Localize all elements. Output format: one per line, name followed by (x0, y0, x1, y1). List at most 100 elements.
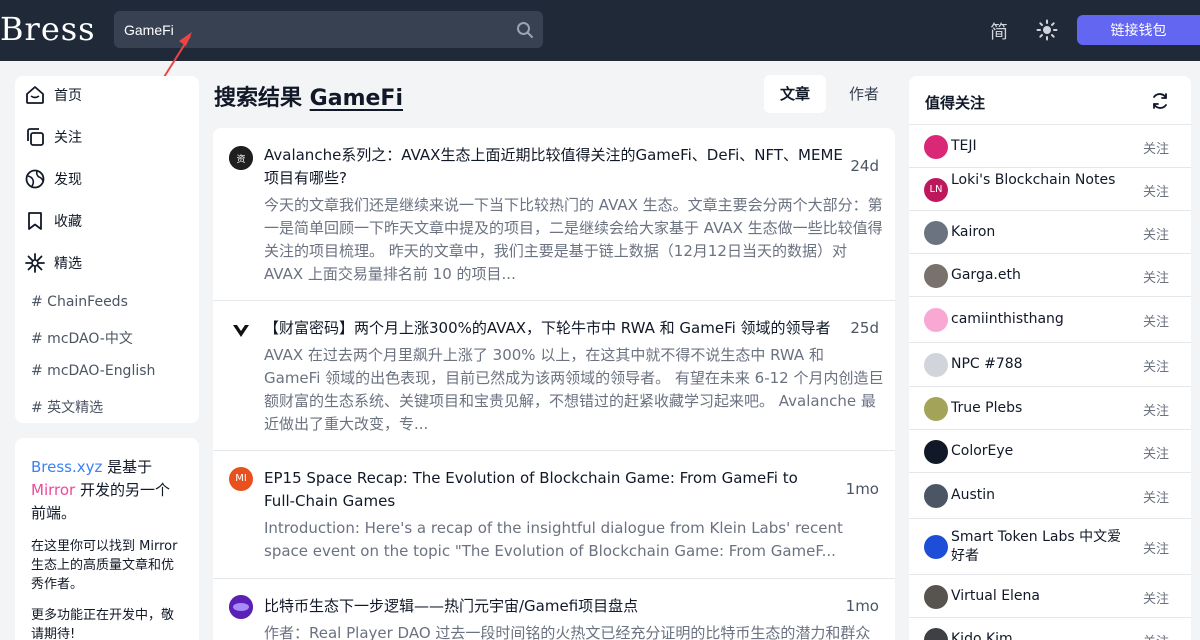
author-name[interactable]: ColorEye (951, 442, 1131, 461)
sidebar-item-label: 首页 (54, 88, 82, 104)
author-avatar (229, 319, 253, 343)
sidebar-item-label: 关注 (54, 130, 82, 146)
recommended-author-row[interactable]: camiinthisthang 关注 (909, 296, 1191, 342)
recommended-author-row[interactable]: Kairon 关注 (909, 210, 1191, 253)
result-item[interactable]: MI EP15 Space Recap: The Evolution of Bl… (213, 451, 895, 579)
result-item[interactable]: 【财富密码】两个月上涨300%的AVAX，下轮牛市中 RWA 和 GameFi … (213, 301, 895, 451)
bookmark-icon (28, 212, 42, 230)
site-logo[interactable]: Bress (0, 10, 96, 48)
author-avatar (924, 135, 948, 159)
search-input[interactable] (124, 11, 504, 48)
follow-button[interactable]: 关注 (1143, 443, 1169, 462)
home-icon (26, 86, 44, 104)
author-avatar (924, 308, 948, 332)
author-name[interactable]: NPC #788 (951, 355, 1131, 374)
about-intro: Bress.xyz 是基于 Mirror 开发的另一个前端。 (31, 458, 170, 522)
recommended-authors: 值得关注 TEJI 关注 LN Loki's Blockchain Notes 关注 Ka… (909, 76, 1191, 640)
result-excerpt: Introduction: Here's a recap of the insi… (264, 519, 843, 560)
recommended-author-row[interactable]: True Plebs 关注 (909, 386, 1191, 429)
recommended-author-row[interactable]: LN Loki's Blockchain Notes 关注 (909, 167, 1191, 210)
result-title[interactable]: 比特币生态下一步逻辑——热门元宇宙/Gamefi项目盘点 (264, 595, 854, 618)
follow-button[interactable]: 关注 (1143, 631, 1169, 640)
follow-button[interactable]: 关注 (1143, 224, 1169, 243)
result-time: 1mo (845, 480, 879, 498)
result-title[interactable]: EP15 Space Recap: The Evolution of Block… (264, 467, 824, 513)
refresh-icon[interactable] (1149, 90, 1171, 112)
author-name[interactable]: Kairon (951, 223, 1131, 242)
about-paragraph: 更多功能正在开发中，敬请期待! (31, 608, 175, 640)
recommended-author-row[interactable]: Kido Kim 关注 (909, 617, 1191, 640)
recommended-author-row[interactable]: Virtual Elena 关注 (909, 574, 1191, 617)
author-avatar (924, 440, 948, 464)
copy-icon (27, 128, 44, 146)
author-name[interactable]: Garga.eth (951, 266, 1131, 285)
sidebar-nav: 首页 关注 发现 收藏 精选 # ChainFeeds # mcDAO-中文 #… (15, 76, 199, 423)
result-item[interactable]: 比特币生态下一步逻辑——热门元宇宙/Gamefi项目盘点 1mo 作者：Real… (213, 579, 895, 640)
sidebar-item-label: 收藏 (54, 214, 82, 230)
follow-button[interactable]: 关注 (1143, 356, 1169, 375)
author-name[interactable]: Virtual Elena (951, 587, 1131, 606)
search-icon[interactable] (515, 20, 535, 40)
recommended-author-row[interactable]: TEJI 关注 (909, 124, 1191, 167)
result-time: 25d (850, 319, 879, 337)
follow-button[interactable]: 关注 (1143, 538, 1169, 557)
follow-button[interactable]: 关注 (1143, 267, 1169, 286)
recommended-author-row[interactable]: Smart Token Labs 中文爱好者 关注 (909, 518, 1191, 574)
mirror-link[interactable]: Mirror (31, 481, 75, 499)
about-card: Bress.xyz 是基于 Mirror 开发的另一个前端。 在这里你可以找到 … (15, 438, 199, 640)
page-title: 搜索结果 GameFi (214, 86, 403, 111)
result-title[interactable]: 【财富密码】两个月上涨300%的AVAX，下轮牛市中 RWA 和 GameFi … (264, 317, 854, 340)
recommended-author-row[interactable]: Garga.eth 关注 (909, 253, 1191, 296)
sidebar-item-following[interactable]: 关注 (24, 123, 82, 151)
author-name[interactable]: camiinthisthang (951, 310, 1131, 329)
connect-wallet-button[interactable]: 链接钱包 (1077, 15, 1200, 45)
sidebar-item-featured[interactable]: 精选 (24, 249, 82, 277)
author-avatar: LN (924, 178, 948, 202)
author-name[interactable]: Loki's Blockchain Notes (951, 171, 1131, 190)
sidebar-item-home[interactable]: 首页 (24, 81, 82, 109)
tag-chainfeeds[interactable]: # ChainFeeds (31, 294, 128, 310)
bress-link[interactable]: Bress.xyz (31, 458, 102, 476)
language-toggle[interactable]: 简 (990, 18, 1008, 44)
search-box[interactable] (114, 11, 543, 48)
sidebar-item-bookmarks[interactable]: 收藏 (24, 207, 82, 235)
tab-articles[interactable]: 文章 (764, 75, 826, 113)
follow-button[interactable]: 关注 (1143, 181, 1169, 200)
author-avatar: MI (229, 467, 253, 491)
result-item[interactable]: 资 Avalanche系列之：AVAX生态上面近期比较值得关注的GameFi、D… (213, 128, 895, 301)
author-avatar (924, 585, 948, 609)
author-name[interactable]: TEJI (951, 137, 1131, 156)
result-excerpt: AVAX 在过去两个月里飙升上涨了 300% 以上，在这其中就不得不说生态中 R… (264, 346, 884, 433)
tab-authors[interactable]: 作者 (836, 75, 892, 113)
author-avatar (924, 628, 948, 640)
recommended-author-row[interactable]: NPC #788 关注 (909, 342, 1191, 386)
sidebar-item-label: 发现 (54, 172, 82, 188)
result-time: 1mo (845, 597, 879, 615)
top-header: Bress 简 链接钱包 (0, 0, 1200, 61)
follow-button[interactable]: 关注 (1143, 588, 1169, 607)
result-excerpt: 作者：Real Player DAO 过去一段时间铭的火热文已经充分证明的比特币… (264, 624, 871, 640)
sidebar-item-discover[interactable]: 发现 (24, 165, 82, 193)
author-avatar (924, 264, 948, 288)
author-name[interactable]: True Plebs (951, 399, 1131, 418)
author-name[interactable]: Kido Kim (951, 630, 1131, 640)
follow-button[interactable]: 关注 (1143, 138, 1169, 157)
follow-button[interactable]: 关注 (1143, 400, 1169, 419)
tag-mcdao-en[interactable]: # mcDAO-English (31, 363, 155, 379)
recommended-author-row[interactable]: ColorEye 关注 (909, 429, 1191, 472)
result-title[interactable]: Avalanche系列之：AVAX生态上面近期比较值得关注的GameFi、DeF… (264, 144, 854, 190)
search-results: 资 Avalanche系列之：AVAX生态上面近期比较值得关注的GameFi、D… (213, 128, 895, 640)
author-name[interactable]: Smart Token Labs 中文爱好者 (951, 528, 1131, 566)
recommended-author-row[interactable]: Austin 关注 (909, 472, 1191, 518)
tag-english-featured[interactable]: # 英文精选 (31, 397, 103, 417)
sparkle-icon (25, 253, 45, 273)
tag-mcdao-zh[interactable]: # mcDAO-中文 (31, 328, 133, 348)
author-avatar: 资 (229, 146, 253, 170)
svg-text:资: 资 (236, 154, 245, 165)
sidebar-item-label: 精选 (54, 256, 82, 272)
sun-icon[interactable] (1036, 19, 1058, 41)
author-name[interactable]: Austin (951, 486, 1131, 505)
follow-button[interactable]: 关注 (1143, 311, 1169, 330)
author-avatar (229, 595, 253, 619)
follow-button[interactable]: 关注 (1143, 487, 1169, 506)
